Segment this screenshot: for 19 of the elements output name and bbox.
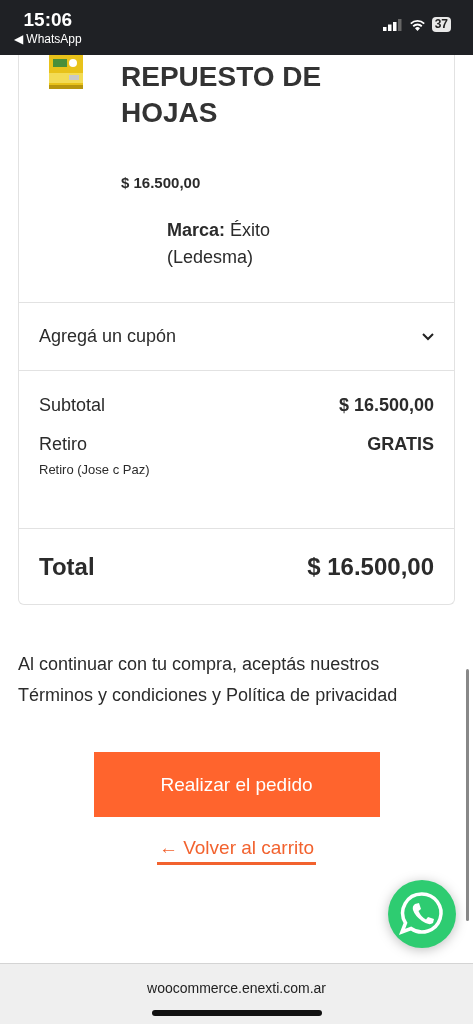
total-label: Total [39,552,95,581]
line-value: GRATIS [367,433,434,456]
line-note: Retiro (Jose c Paz) [39,462,150,477]
signal-icon [382,18,403,31]
product-title: REPUESTO DE HOJAS [121,60,323,130]
url-text[interactable]: woocommerce.enexti.com.ar [147,980,326,996]
wifi-icon [408,18,426,31]
coupon-toggle[interactable]: Agregá un cupón [19,303,454,371]
line-label: Subtotal [39,394,106,417]
total-value: $ 16.500,00 [307,552,434,581]
chat-button[interactable] [388,880,456,948]
product-attribute: Marca: Éxito (Ledesma) [167,219,272,269]
terms-text: Al continuar con tu compra, aceptás nuestros Términos y condiciones y Política de privacidad [18,653,399,707]
line-value: $ 16.500,00 [338,394,434,417]
status-time: 15:06 [23,9,73,31]
line-label: Retiro [39,433,88,456]
back-link[interactable]: ◀ WhatsApp [14,31,82,47]
battery-indicator: 37 [431,17,451,32]
product-price: $ 16.500,00 [121,174,202,191]
